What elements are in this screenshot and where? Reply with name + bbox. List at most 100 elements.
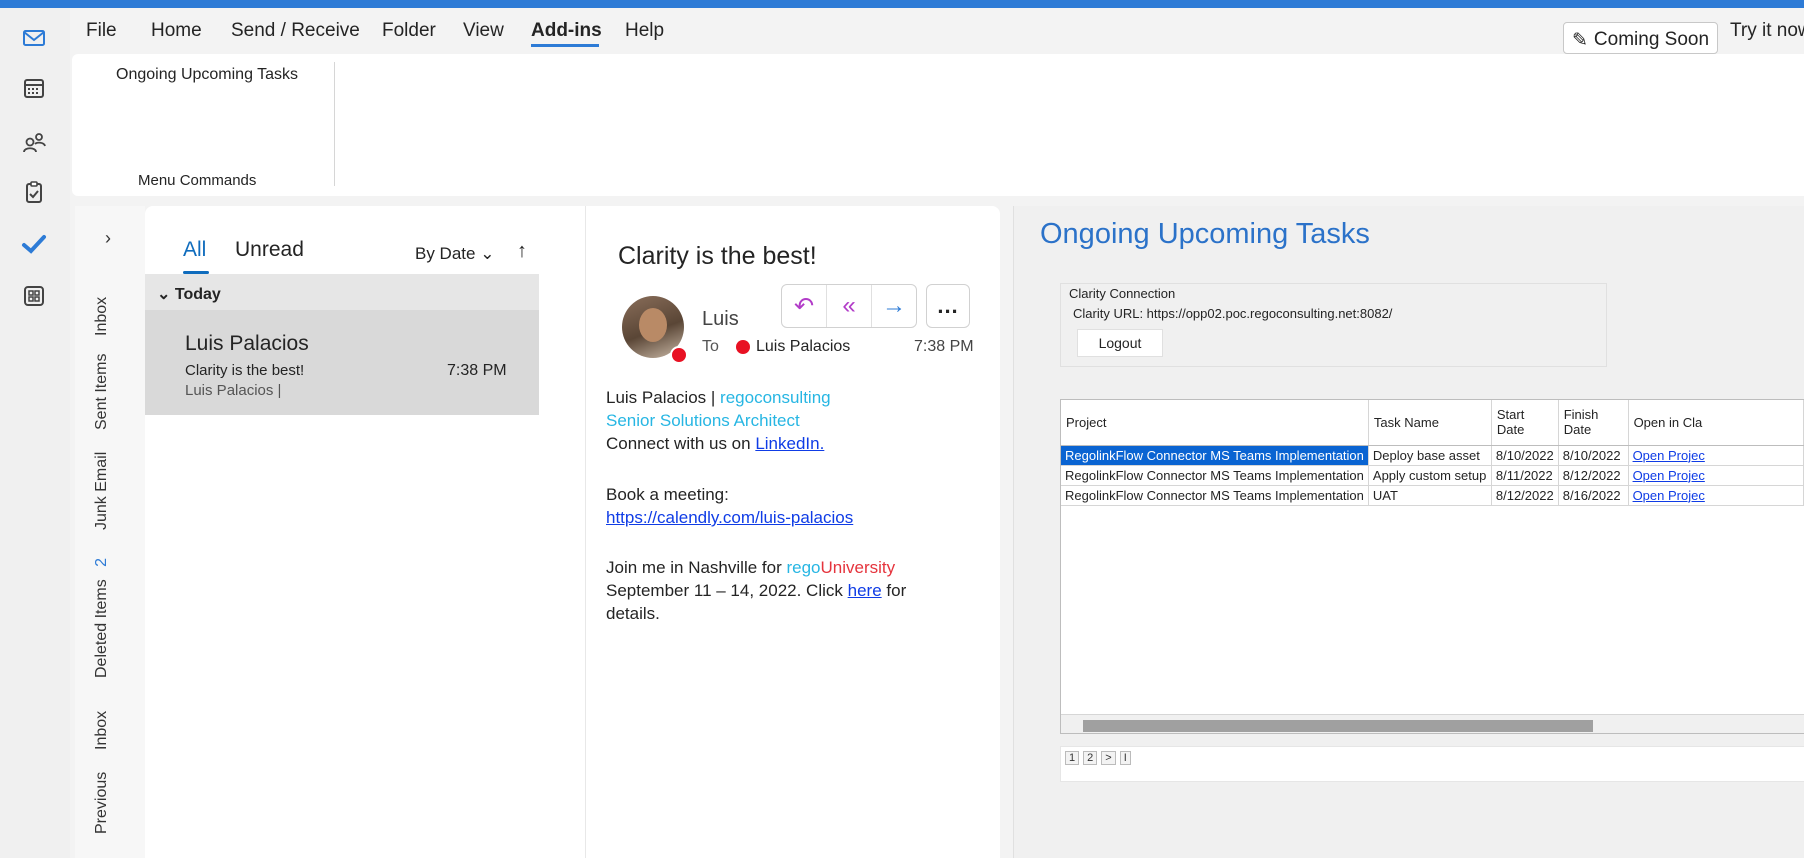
message-time: 7:38 PM xyxy=(447,362,507,379)
sort-dropdown[interactable]: By Date ⌄ xyxy=(415,244,494,264)
group-header-today[interactable]: ⌄ Today xyxy=(145,274,539,310)
checkmark-icon[interactable] xyxy=(20,230,48,258)
cell-task[interactable]: Apply custom setup xyxy=(1368,465,1492,486)
calendar-icon[interactable] xyxy=(20,74,48,102)
cell-open-link[interactable]: Open Projec xyxy=(1628,445,1804,466)
reply-button[interactable]: ↶ xyxy=(782,285,827,327)
cell-start[interactable]: 8/10/2022 xyxy=(1491,445,1559,466)
column-header-finish-date[interactable]: Finish Date xyxy=(1558,400,1629,446)
open-project-link[interactable]: Open Projec xyxy=(1633,448,1705,463)
cell-task[interactable]: UAT xyxy=(1368,485,1492,506)
menu-send-receive[interactable]: Send / Receive xyxy=(231,20,360,42)
menu-folder[interactable]: Folder xyxy=(382,20,436,42)
panel-title: Ongoing Upcoming Tasks xyxy=(1040,218,1370,250)
ribbon-divider xyxy=(334,62,335,186)
cell-project[interactable]: RegolinkFlow Connector MS Teams Implemen… xyxy=(1061,485,1369,506)
table-row[interactable]: RegolinkFlow Connector MS Teams Implemen… xyxy=(1061,465,1804,486)
grid-pager: 1 2 > I xyxy=(1060,746,1804,782)
ongoing-upcoming-tasks-button[interactable]: Ongoing Upcoming Tasks xyxy=(116,66,298,84)
coming-soon-label: Coming Soon xyxy=(1593,29,1710,50)
cell-start[interactable]: 8/11/2022 xyxy=(1491,465,1559,486)
menu-home[interactable]: Home xyxy=(151,20,202,42)
cell-finish[interactable]: 8/10/2022 xyxy=(1558,445,1629,466)
coming-soon-toggle[interactable]: ✎ Coming Soon xyxy=(1563,22,1719,54)
add-in-task-pane: Ongoing Upcoming Tasks Clarity Connectio… xyxy=(1013,206,1804,858)
column-header-task-name[interactable]: Task Name xyxy=(1368,400,1492,446)
message-list: All Unread By Date ⌄ ↑ ⌄ Today Luis Pala… xyxy=(145,206,585,858)
pager-next[interactable]: > xyxy=(1101,751,1116,765)
pager-page-2[interactable]: 2 xyxy=(1083,751,1098,765)
to-label: To xyxy=(702,338,719,355)
connection-url: Clarity URL: https://opp02.poc.regoconsu… xyxy=(1073,306,1393,321)
cell-start[interactable]: 8/12/2022 xyxy=(1491,485,1559,506)
sort-direction-icon[interactable]: ↑ xyxy=(517,240,527,263)
menu-add-ins[interactable]: Add-ins xyxy=(531,20,602,42)
column-header-open-in-clarity[interactable]: Open in Cla xyxy=(1628,400,1804,446)
clipboard-icon[interactable] xyxy=(20,178,48,206)
dates-line: September 11 – 14, 2022. Click here for xyxy=(606,581,906,601)
reading-pane: Clarity is the best! Luis To Luis Palaci… xyxy=(585,206,1000,858)
pager-page-1[interactable]: 1 xyxy=(1065,751,1080,765)
folder-deleted-items[interactable]: Deleted Items 2 xyxy=(93,558,111,678)
connect-line: Connect with us on LinkedIn. xyxy=(606,434,824,454)
tab-all[interactable]: All xyxy=(183,238,206,262)
column-header-project[interactable]: Project xyxy=(1061,400,1369,446)
email-sender[interactable]: Luis xyxy=(702,308,739,331)
column-header-start-date[interactable]: Start Date xyxy=(1491,400,1559,446)
join-text: Join me in Nashville for xyxy=(606,558,782,577)
folder-junk-email[interactable]: Junk Email xyxy=(93,452,111,530)
reply-icon: ↶ xyxy=(793,292,815,320)
recipient-presence-icon xyxy=(736,340,750,354)
tasks-table: Project Task Name Start Date Finish Date… xyxy=(1061,400,1804,506)
forward-button[interactable]: → xyxy=(872,285,916,327)
table-row[interactable]: RegolinkFlow Connector MS Teams Implemen… xyxy=(1061,445,1804,466)
tasks-grid: Project Task Name Start Date Finish Date… xyxy=(1060,399,1804,734)
folder-pane-collapsed: › Inbox Sent Items Junk Email Deleted It… xyxy=(75,206,145,858)
people-icon[interactable] xyxy=(20,128,48,156)
folder-previous[interactable]: Previous xyxy=(93,772,111,834)
panel-content: Clarity Connection Clarity URL: https://… xyxy=(1042,256,1804,858)
recipient-name[interactable]: Luis Palacios xyxy=(756,338,850,356)
here-link[interactable]: here xyxy=(848,581,882,600)
sparkle-pen-icon: ✎ xyxy=(1572,29,1588,51)
dates-suffix: for xyxy=(886,581,907,600)
cell-finish[interactable]: 8/16/2022 xyxy=(1558,485,1629,506)
apps-icon[interactable] xyxy=(20,282,48,310)
folder-sent-items[interactable]: Sent Items xyxy=(93,354,111,430)
cell-project[interactable]: RegolinkFlow Connector MS Teams Implemen… xyxy=(1061,465,1369,486)
chevron-down-icon: ⌄ xyxy=(480,244,495,263)
cell-finish[interactable]: 8/12/2022 xyxy=(1558,465,1629,486)
more-actions-button[interactable]: ... xyxy=(926,284,970,328)
try-it-now-link[interactable]: Try it now xyxy=(1730,20,1804,42)
email-time: 7:38 PM xyxy=(914,338,974,355)
folder-inbox-2[interactable]: Inbox xyxy=(93,711,111,750)
menu-help[interactable]: Help xyxy=(625,20,664,42)
list-item[interactable]: Luis Palacios Clarity is the best! 7:38 … xyxy=(145,310,539,415)
horizontal-scrollbar[interactable] xyxy=(1061,714,1804,733)
logout-button[interactable]: Logout xyxy=(1077,329,1163,357)
reply-all-button[interactable]: « xyxy=(827,285,872,327)
cell-project[interactable]: RegolinkFlow Connector MS Teams Implemen… xyxy=(1061,445,1369,466)
menu-file[interactable]: File xyxy=(86,20,117,42)
chevron-right-icon[interactable]: › xyxy=(105,228,111,249)
menu-view[interactable]: View xyxy=(463,20,504,42)
cell-task[interactable]: Deploy base asset xyxy=(1368,445,1492,466)
scrollbar-thumb[interactable] xyxy=(1083,720,1593,732)
calendly-link[interactable]: https://calendly.com/luis-palacios xyxy=(606,508,853,528)
tab-unread[interactable]: Unread xyxy=(235,238,304,262)
mail-icon[interactable] xyxy=(20,24,48,52)
message-preview: Luis Palacios | xyxy=(185,382,282,399)
group-label: Today xyxy=(174,286,221,303)
forward-icon: → xyxy=(882,292,906,319)
open-project-link[interactable]: Open Projec xyxy=(1633,468,1705,483)
linkedin-link[interactable]: LinkedIn. xyxy=(755,434,824,453)
deleted-items-count: 2 xyxy=(93,557,110,567)
cell-open-link[interactable]: Open Projec xyxy=(1628,485,1804,506)
folder-inbox[interactable]: Inbox xyxy=(93,297,111,336)
reply-all-icon: « xyxy=(842,292,856,319)
pager-last[interactable]: I xyxy=(1119,751,1131,765)
connect-text: Connect with us on xyxy=(606,434,751,453)
table-row[interactable]: RegolinkFlow Connector MS Teams Implemen… xyxy=(1061,485,1804,506)
cell-open-link[interactable]: Open Projec xyxy=(1628,465,1804,486)
open-project-link[interactable]: Open Projec xyxy=(1633,488,1705,503)
